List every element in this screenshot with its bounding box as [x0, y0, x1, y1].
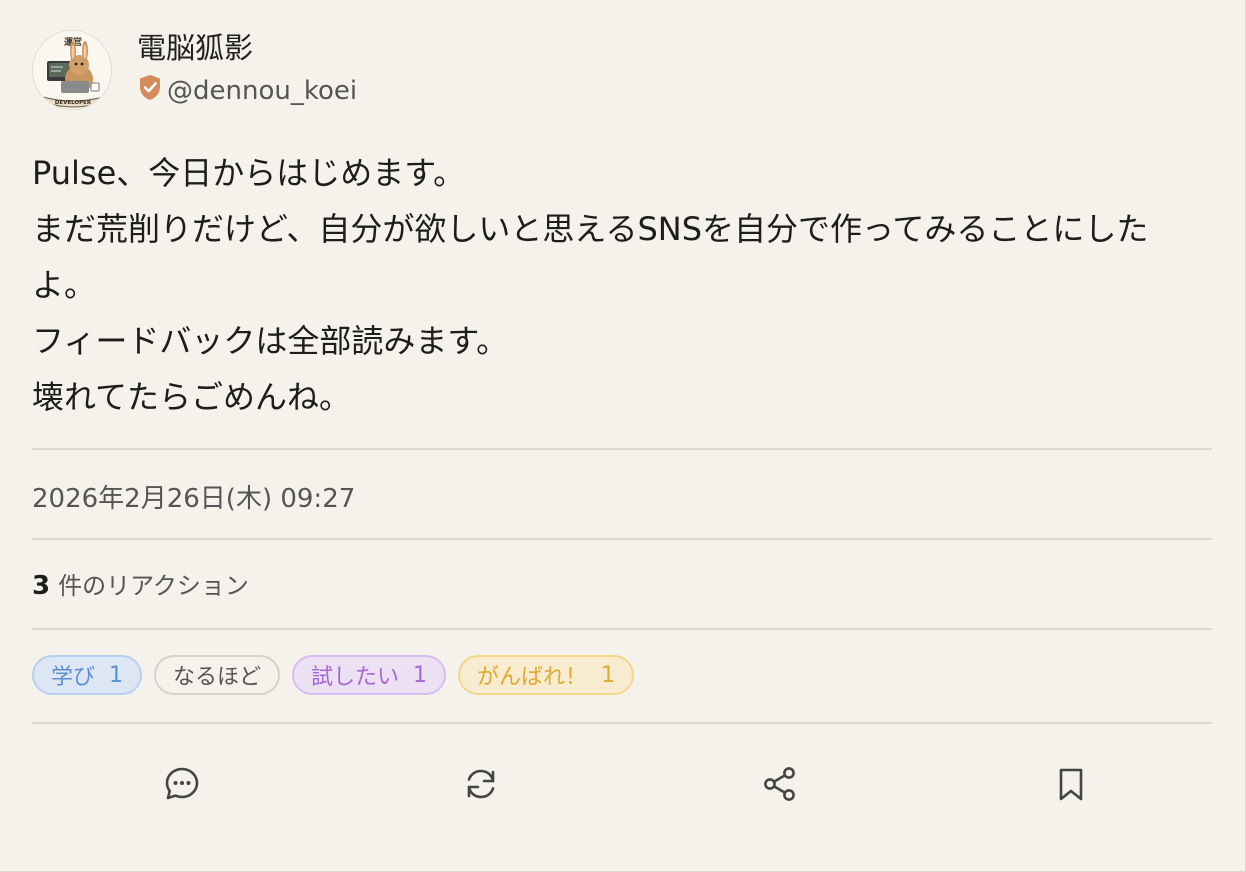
repost-icon	[467, 769, 495, 799]
reaction-chip-count: 1	[413, 662, 428, 688]
post-body: Pulse、今日からはじめます。 まだ荒削りだけど、自分が欲しいと思えるSNSを…	[32, 145, 1212, 425]
reaction-chip-manabi[interactable]: 学び 1	[32, 655, 143, 695]
post-line: Pulse、今日からはじめます。	[32, 154, 466, 192]
post-line: フィードバックは全部読みます。	[32, 322, 509, 360]
share-button[interactable]	[758, 762, 802, 806]
reaction-chip-label: 学び	[51, 665, 96, 690]
repost-button[interactable]	[459, 762, 503, 806]
comment-button[interactable]	[160, 762, 204, 806]
verified-shield-icon	[137, 73, 163, 103]
reaction-chip-label: がんばれ！	[477, 665, 588, 690]
bookmark-button[interactable]	[1049, 762, 1093, 806]
divider	[32, 722, 1212, 724]
reaction-chip-count: 1	[109, 662, 124, 688]
divider	[32, 448, 1212, 450]
post-line: 壊れてたらごめんね。	[32, 378, 352, 416]
avatar-illustration: 運営 DEVELOPER	[33, 31, 111, 109]
reaction-chip-naruhodo[interactable]: なるほど	[154, 655, 281, 695]
post-timestamp: 2026年2月26日(木) 09:27	[32, 484, 356, 514]
reaction-chip-ganbare[interactable]: がんばれ！ 1	[458, 655, 635, 695]
post-line: よ。	[32, 266, 97, 304]
reaction-chip-count: 1	[601, 662, 616, 688]
author-info: 電脳狐影 @dennou_koei	[137, 30, 357, 106]
post-header: 運営 DEVELOPER 電脳狐影	[32, 30, 357, 110]
avatar[interactable]: 運営 DEVELOPER	[32, 30, 112, 110]
handle-row: @dennou_koei	[137, 73, 357, 106]
reaction-summary: 3 件のリアクション	[32, 566, 249, 601]
post-detail: 運営 DEVELOPER 電脳狐影	[0, 0, 1246, 872]
handle[interactable]: @dennou_koei	[167, 76, 357, 106]
reaction-count-label: 件のリアクション	[58, 572, 249, 600]
bookmark-icon	[1059, 768, 1083, 801]
action-bar	[0, 762, 1246, 808]
reaction-chip-label: 試したい	[311, 665, 400, 690]
reaction-count: 3	[32, 571, 51, 601]
reaction-chip-label: なるほど	[173, 665, 262, 690]
display-name[interactable]: 電脳狐影	[137, 30, 357, 66]
post-line: まだ荒削りだけど、自分が欲しいと思えるSNSを自分で作ってみることにした	[32, 210, 1149, 248]
comment-icon	[165, 767, 199, 800]
reaction-chips: 学び 1 なるほど 試したい 1 がんばれ！ 1	[32, 655, 646, 695]
divider	[32, 538, 1212, 540]
share-icon	[764, 767, 795, 801]
avatar-ribbon: DEVELOPER	[55, 100, 92, 106]
reaction-chip-tameshitai[interactable]: 試したい 1	[292, 655, 447, 695]
divider	[32, 628, 1212, 630]
